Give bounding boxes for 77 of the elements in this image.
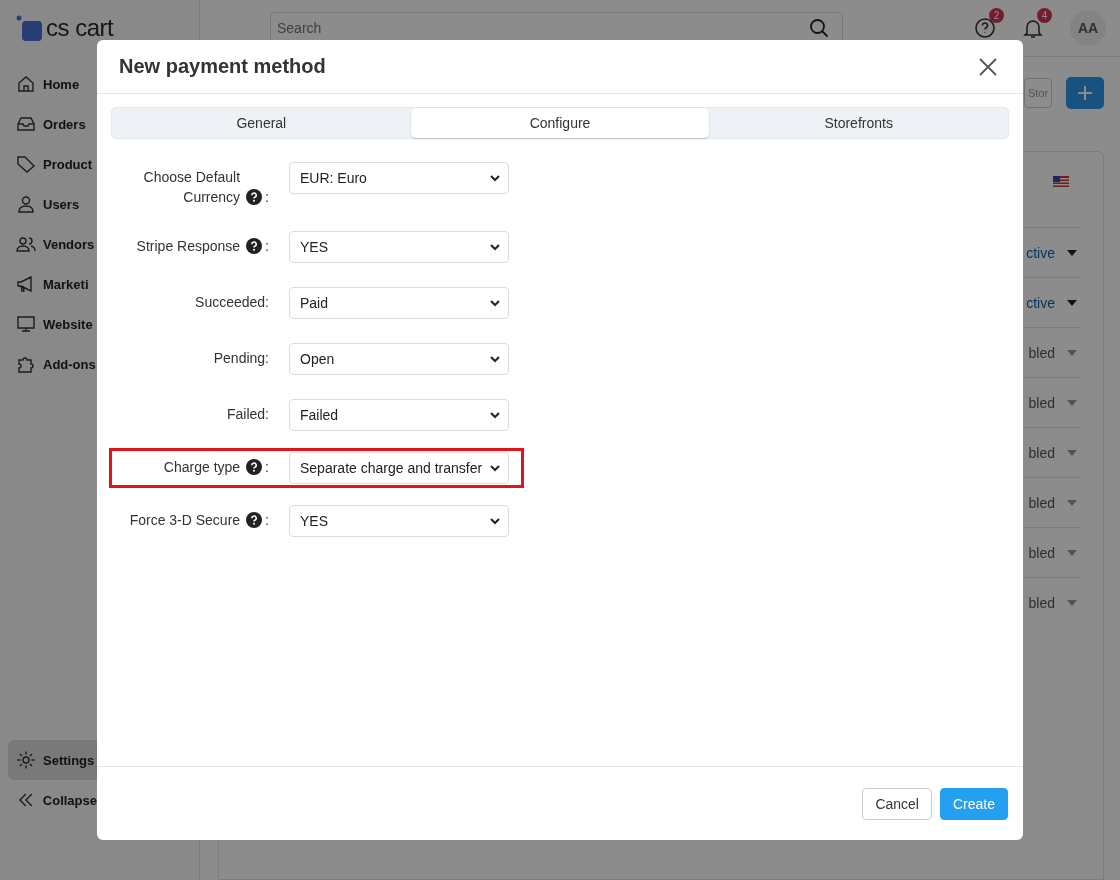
nav-label: Home bbox=[43, 76, 80, 92]
dialog-title: New payment method bbox=[119, 55, 326, 78]
create-button[interactable]: Create bbox=[939, 787, 1008, 820]
monitor-icon bbox=[16, 314, 36, 334]
nav-label: Users bbox=[43, 196, 80, 212]
colon-text: : bbox=[265, 512, 269, 528]
close-button[interactable] bbox=[979, 57, 997, 76]
chevron-icon bbox=[490, 517, 500, 525]
nav-label: Marketi bbox=[43, 276, 89, 292]
puzzle-icon bbox=[16, 354, 36, 374]
help-icon[interactable] bbox=[246, 459, 263, 475]
caret-icon[interactable] bbox=[1067, 249, 1077, 256]
status-text[interactable]: ctive bbox=[1026, 294, 1055, 311]
chevron-icon bbox=[490, 355, 500, 363]
logo-icon bbox=[16, 14, 42, 41]
flag-icon bbox=[1053, 176, 1069, 187]
help-icon[interactable] bbox=[246, 512, 263, 528]
select-field[interactable]: Separate charge and transfer bbox=[289, 452, 509, 484]
field-label: Force 3-D Secure bbox=[129, 511, 241, 530]
select-field[interactable]: Failed bbox=[289, 399, 509, 431]
field-label: Pending: bbox=[213, 349, 269, 368]
tab[interactable]: Storefronts bbox=[709, 108, 1008, 138]
nav-label: Vendors bbox=[43, 236, 95, 252]
home-icon bbox=[16, 74, 36, 94]
field-label: Choose Default Currency bbox=[142, 168, 241, 207]
nav-label: Orders bbox=[43, 116, 86, 132]
nav-label: Settings bbox=[43, 752, 95, 768]
select-field[interactable]: YES bbox=[289, 505, 509, 537]
select-field[interactable]: YES bbox=[289, 231, 509, 263]
sidebar-item[interactable]: Vendors bbox=[8, 224, 105, 264]
notification-badge: 2 bbox=[989, 8, 1004, 23]
plus-icon bbox=[1077, 85, 1093, 101]
sidebar-item[interactable]: Users bbox=[8, 184, 105, 224]
colon-text: : bbox=[265, 189, 269, 205]
field-label: Succeeded: bbox=[195, 293, 269, 312]
sidebar-item[interactable]: Marketi bbox=[8, 264, 105, 304]
user-avatar[interactable]: AA bbox=[1070, 10, 1106, 46]
colon-text: : bbox=[265, 238, 269, 254]
field-label: Stripe Response bbox=[136, 237, 241, 256]
help-circle-icon[interactable] bbox=[974, 17, 996, 39]
chevron-icon bbox=[490, 411, 500, 419]
tab[interactable]: General bbox=[112, 108, 411, 138]
users-icon bbox=[16, 234, 36, 254]
chevron-icon bbox=[490, 299, 500, 307]
sidebar-item[interactable]: Collapse bbox=[8, 780, 105, 820]
cancel-button[interactable]: Cancel bbox=[862, 787, 932, 820]
close-icon bbox=[979, 57, 997, 76]
colon-text: : bbox=[265, 459, 269, 475]
nav-label: Product bbox=[43, 156, 93, 172]
inbox-icon bbox=[16, 114, 36, 134]
help-icon[interactable] bbox=[246, 238, 263, 254]
select-field[interactable]: Open bbox=[289, 343, 509, 375]
status-text[interactable]: ctive bbox=[1026, 244, 1055, 261]
sidebar-item[interactable]: Website bbox=[8, 304, 105, 344]
caret-icon[interactable] bbox=[1067, 299, 1077, 306]
user-icon bbox=[16, 194, 36, 214]
tab[interactable]: Configure bbox=[410, 108, 710, 138]
select-field[interactable]: EUR: Euro bbox=[289, 162, 509, 194]
sidebar-item[interactable]: Add-ons bbox=[8, 344, 105, 384]
field-label: Failed: bbox=[226, 405, 269, 424]
select-field[interactable]: Paid bbox=[289, 287, 509, 319]
nav-label: Website bbox=[43, 316, 93, 332]
nav-label: Collapse bbox=[42, 792, 97, 808]
chevron-icon bbox=[490, 464, 500, 472]
sidebar-item[interactable]: Orders bbox=[8, 104, 105, 144]
tag-icon bbox=[16, 154, 36, 174]
bell-icon[interactable] bbox=[1022, 17, 1044, 39]
sidebar-item[interactable]: Home bbox=[8, 64, 105, 104]
search-icon bbox=[809, 18, 829, 38]
chevron-icon bbox=[490, 243, 500, 251]
chevron-icon bbox=[490, 174, 500, 182]
notification-badge: 4 bbox=[1037, 8, 1052, 23]
nav-label: Add-ons bbox=[43, 356, 96, 372]
help-icon[interactable] bbox=[246, 189, 263, 205]
field-label: Charge type bbox=[163, 458, 241, 477]
sidebar-item[interactable]: Product bbox=[8, 144, 105, 184]
logo-text: cs cart bbox=[46, 13, 114, 42]
